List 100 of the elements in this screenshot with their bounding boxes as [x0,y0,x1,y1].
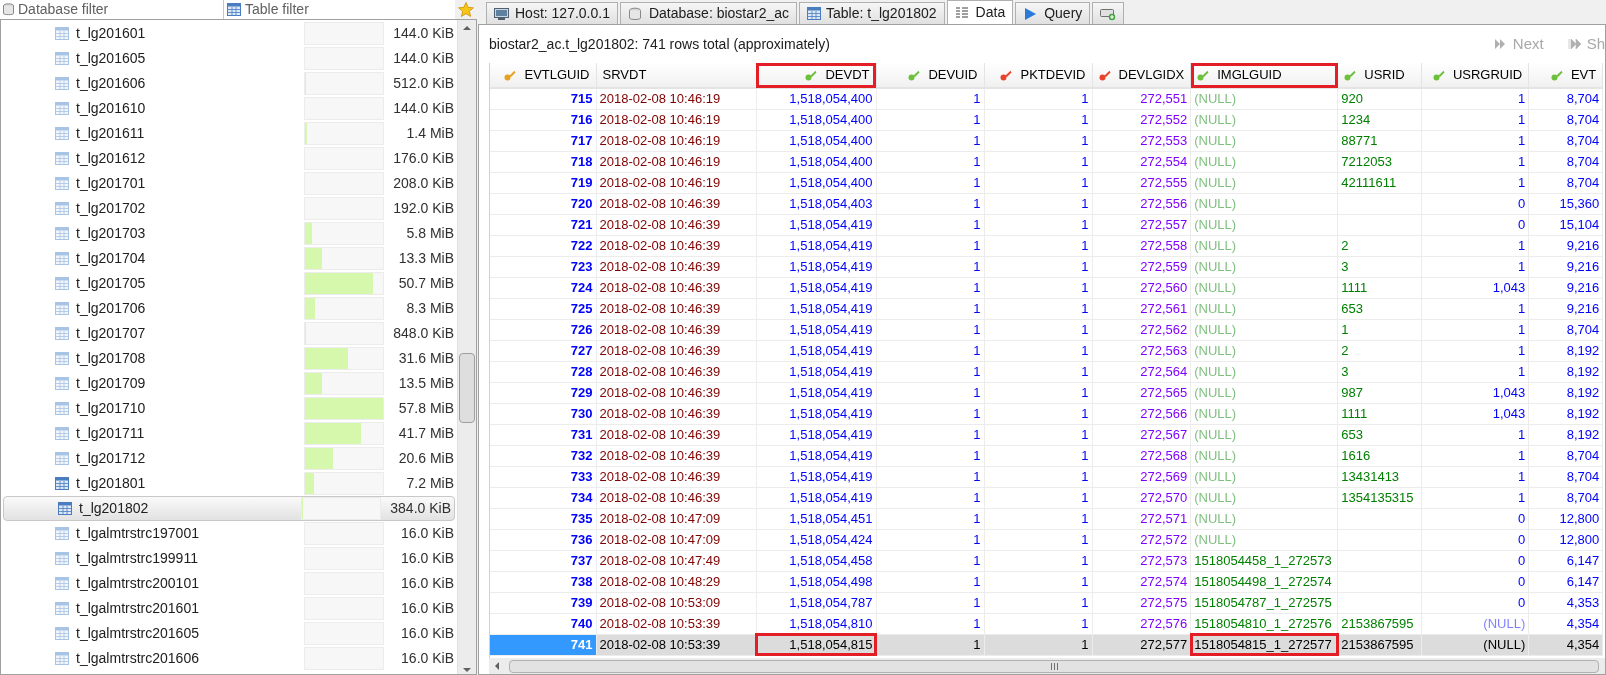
table-list-item[interactable]: t_lg201702 192.0 KiB [1,196,457,221]
tab[interactable]: Query [1015,2,1091,24]
table-name: t_lgalmtrstrc201606 [76,649,199,668]
table-cell: 737 [490,550,596,571]
table-name: t_lgalmtrstrc199911 [76,549,198,568]
table-list-item[interactable]: t_lg201708 31.6 MiB [1,346,457,371]
tab[interactable] [1092,2,1125,24]
tab[interactable]: Host: 127.0.0.1 [486,2,618,24]
table-name: t_lgalmtrstrc201605 [76,624,199,643]
table-cell: 7212053 [1337,151,1422,172]
column-header[interactable]: EVTLGUID [490,63,596,88]
table-size: 192.0 KiB [392,199,454,218]
column-header[interactable]: PKTDEVID [984,63,1092,88]
table-size: 7.2 MiB [405,474,454,493]
table-cell: 88771 [1337,130,1422,151]
table-list-item[interactable]: t_lg201711 41.7 MiB [1,421,457,446]
table-name: t_lg201701 [76,174,146,193]
table-list-item[interactable]: t_lg201706 8.3 MiB [1,296,457,321]
table-cell: 3 [1337,361,1422,382]
table-size: 5.8 MiB [405,224,454,243]
table-cell: (NULL) [1190,319,1338,340]
table-size: 16.0 KiB [400,549,454,568]
table-size: 41.7 MiB [397,424,454,443]
table-list-item[interactable]: t_lg201802 384.0 KiB [3,496,455,521]
table-name: t_lg201709 [76,374,146,393]
vertical-scrollbar[interactable] [457,20,476,674]
table-list-item[interactable]: t_lg201611 1.4 MiB [1,121,457,146]
table-cell: 2 [1337,235,1422,256]
database-icon [3,3,14,16]
table-list-item[interactable]: t_lg201610 144.0 KiB [1,96,457,121]
table-cell: 739 [490,592,596,613]
table-name: t_lg201605 [76,49,146,68]
table-cell: 738 [490,571,596,592]
table-cell: 730 [490,403,596,424]
scrollbar-thumb[interactable] [459,353,475,423]
table-list-item[interactable]: t_lg201707 848.0 KiB [1,321,457,346]
table-list-item[interactable]: t_lgalmtrstrc201606 16.0 KiB [1,646,457,671]
scroll-up-arrow-icon[interactable] [463,26,471,30]
scroll-left-arrow-icon[interactable] [495,662,499,670]
table-list-item[interactable]: t_lgalmtrstrc200101 16.0 KiB [1,571,457,596]
table-list-item[interactable]: t_lgalmtrstrc201601 16.0 KiB [1,596,457,621]
tab[interactable]: Data [946,0,1014,24]
table-icon [807,7,822,20]
table-cell: (NULL) [1190,214,1338,235]
table-name: t_lg201702 [76,199,146,218]
table-list-item[interactable]: t_lg201612 176.0 KiB [1,146,457,171]
table-cell: 723 [490,256,596,277]
table-list-item[interactable]: t_lg201606 512.0 KiB [1,71,457,96]
table-cell: (NULL) [1190,130,1338,151]
table-cell: 732 [490,445,596,466]
scroll-down-arrow-icon[interactable] [463,668,471,672]
table-list-item[interactable]: t_lgalmtrstrc201605 16.0 KiB [1,621,457,646]
column-header[interactable]: DEVDT [756,63,876,88]
table-cell: 727 [490,340,596,361]
table-list-item[interactable]: t_lg201703 5.8 MiB [1,221,457,246]
database-icon [627,6,644,21]
table-list-item[interactable]: t_lg201709 13.5 MiB [1,371,457,396]
table-list-item[interactable]: t_lg201705 50.7 MiB [1,271,457,296]
table-cell: (NULL) [1190,193,1338,214]
table-size: 16.0 KiB [400,624,454,643]
table-list-item[interactable]: t_lg201712 20.6 MiB [1,446,457,471]
table-cell: 741 [490,634,596,655]
table-cell: 720 [490,193,596,214]
table-list-item[interactable]: t_lg201601 144.0 KiB [1,21,457,46]
tab[interactable]: Database: biostar2_ac [619,2,798,24]
table-cell: 1518054815_1_272577 [1190,634,1338,655]
table-list-item[interactable]: t_lg201701 208.0 KiB [1,171,457,196]
table-name: t_lg201801 [76,474,146,493]
table-cell: 1,518,054,815 [756,634,876,655]
table-cell: 920 [1337,88,1422,109]
favorites-button[interactable] [455,0,477,19]
table-size: 144.0 KiB [392,49,454,68]
column-header[interactable]: IMGLGUID [1190,63,1338,88]
column-header[interactable]: DEVLGIDX [1092,63,1191,88]
column-header[interactable]: USRID [1337,63,1422,88]
star-icon [458,2,474,17]
table-name: t_lg201705 [76,274,146,293]
table-list-item[interactable]: t_lg201605 144.0 KiB [1,46,457,71]
tab[interactable]: Table: t_lg201802 [799,2,945,24]
table-list-item[interactable]: t_lgalmtrstrc197001 16.0 KiB [1,521,457,546]
table-size: 512.0 KiB [392,74,454,93]
column-header[interactable]: EVT [1528,63,1603,88]
table-list-item[interactable]: t_lg201704 13.3 MiB [1,246,457,271]
table-size: 144.0 KiB [392,99,454,118]
table-cell: (NULL) [1421,634,1529,655]
table-name: t_lgalmtrstrc200101 [76,574,199,593]
table-cell: (NULL) [1190,88,1338,109]
table-cell: 718 [490,151,596,172]
table-list-item[interactable]: t_lgalmtrstrc199911 16.0 KiB [1,546,457,571]
table-size: 20.6 MiB [397,449,454,468]
table-size: 848.0 KiB [392,324,454,343]
table-list-item[interactable]: t_lg201710 57.8 MiB [1,396,457,421]
table-list-item[interactable]: t_lg201801 7.2 MiB [1,471,457,496]
column-header[interactable]: DEVUID [876,63,984,88]
column-header[interactable]: SRVDT [596,63,756,88]
table-name: t_lg201611 [76,124,145,143]
table-cell: (NULL) [1190,340,1338,361]
add-tab-icon [1100,6,1117,21]
table-cell: 733 [490,466,596,487]
column-header[interactable]: USRGRUID [1421,63,1529,88]
